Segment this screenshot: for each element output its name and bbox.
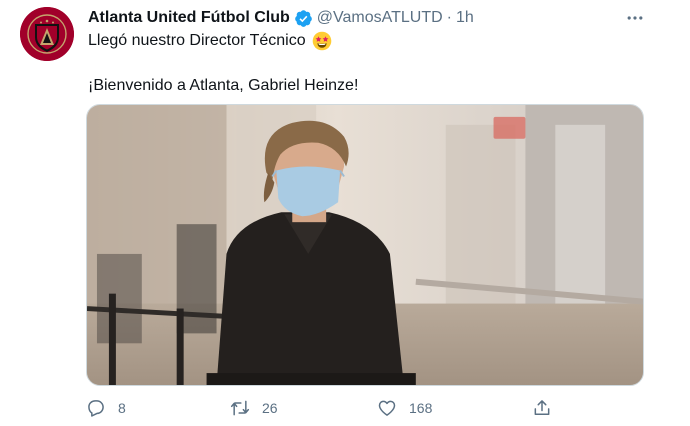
- more-options-button[interactable]: [618, 6, 652, 30]
- share-icon: [534, 400, 550, 415]
- author-name[interactable]: Atlanta United Fútbol Club: [88, 9, 290, 27]
- tweet-actions: 8 26 168: [0, 394, 690, 422]
- tweet-card[interactable]: Atlanta United Fútbol Club @VamosATLUTD …: [0, 0, 690, 426]
- retweet-button[interactable]: 26: [230, 394, 278, 422]
- photo-man-wearing-mask-airport: [87, 105, 643, 385]
- separator-dot: ·: [446, 9, 452, 26]
- tweet-text-1: Llegó nuestro Director Técnico: [88, 32, 306, 49]
- timestamp[interactable]: 1h: [456, 9, 474, 27]
- like-button[interactable]: 168: [377, 394, 432, 422]
- reply-count: 8: [118, 400, 126, 416]
- star-struck-emoji-icon: [312, 31, 332, 51]
- reply-icon: [88, 400, 104, 417]
- atlanta-united-crest-icon: [20, 7, 74, 61]
- avatar[interactable]: [20, 7, 74, 61]
- tweet-text-line-1: Llegó nuestro Director Técnico: [88, 30, 332, 52]
- more-options-icon: [627, 16, 643, 20]
- author-handle[interactable]: @VamosATLUTD: [317, 9, 443, 27]
- share-button[interactable]: [532, 394, 564, 422]
- like-count: 168: [409, 400, 433, 416]
- tweet-text-line-2: ¡Bienvenido a Atlanta, Gabriel Heinze!: [88, 77, 359, 94]
- heart-icon: [378, 400, 396, 416]
- retweet-icon: [230, 400, 250, 416]
- reply-button[interactable]: 8: [86, 394, 126, 422]
- tweet-header: Atlanta United Fútbol Club @VamosATLUTD …: [88, 6, 474, 30]
- verified-badge-icon: [294, 9, 313, 28]
- tweet-photo[interactable]: [86, 104, 644, 386]
- retweet-count: 26: [262, 400, 278, 416]
